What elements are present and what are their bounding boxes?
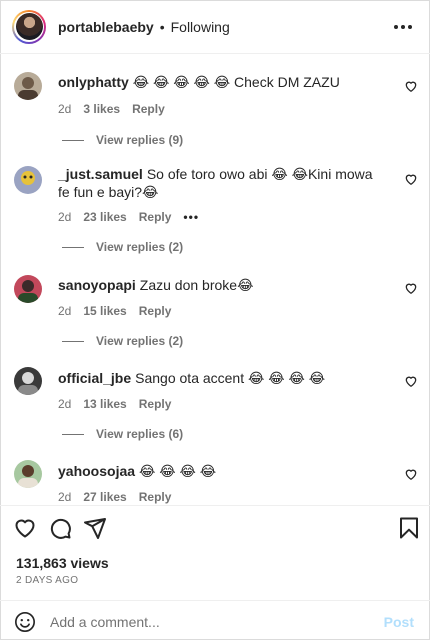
heart-icon[interactable] [404,374,418,388]
action-bar [0,514,430,544]
commenter-username[interactable]: official_jbe [58,370,131,386]
commenter-username[interactable]: onlyphatty [58,74,129,90]
author-avatar[interactable] [12,9,46,44]
commenter-avatar[interactable] [14,367,42,395]
commenter-avatar[interactable] [14,460,42,488]
comments-list[interactable]: onlyphatty 😂 😂 😂 😂 😂 Check DM ZAZU 2d 3 l… [0,55,430,505]
view-replies-button[interactable]: View replies (2) [62,334,183,348]
comment-age: 2d [58,102,72,116]
reply-button[interactable]: Reply [139,304,172,318]
view-count[interactable]: 131,863 views [16,555,109,571]
commenter-avatar[interactable] [14,275,42,303]
view-replies-button[interactable]: View replies (9) [62,133,183,147]
post-timestamp: 2 DAYS AGO [16,575,79,586]
heart-icon[interactable] [404,281,418,295]
comment-likes[interactable]: 15 likes [83,304,126,318]
heart-icon[interactable] [404,172,418,186]
commenter-username[interactable]: sanoyopapi [58,277,136,293]
header-separator: • [159,18,165,35]
divider [0,505,430,506]
heart-icon[interactable] [13,516,37,540]
follow-status-button[interactable]: Following [171,19,230,35]
comment-options-icon[interactable]: ••• [183,210,199,224]
comment-age: 2d [58,304,72,318]
add-comment-bar: Post [0,600,430,640]
view-replies-button[interactable]: View replies (2) [62,240,183,254]
view-replies-button[interactable]: View replies (6) [62,427,183,441]
comment-likes[interactable]: 27 likes [83,490,126,504]
heart-icon[interactable] [404,467,418,481]
commenter-avatar[interactable] [14,166,42,194]
comment-text: 😂 😂 😂 😂 😂 Check DM ZAZU [132,74,340,90]
reply-button[interactable]: Reply [139,397,172,411]
comment-age: 2d [58,397,72,411]
comment-likes[interactable]: 23 likes [83,210,126,224]
comment-likes[interactable]: 13 likes [83,397,126,411]
comment-text: Zazu don broke😂 [139,277,254,293]
reply-button[interactable]: Reply [139,210,172,224]
comment-text: Sango ota accent 😂 😂 😂 😂 [135,370,326,386]
bookmark-icon[interactable] [397,516,421,540]
add-comment-input[interactable] [50,611,370,633]
reply-button[interactable]: Reply [132,102,165,116]
comment-likes[interactable]: 3 likes [83,102,120,116]
emoji-icon[interactable] [14,611,36,633]
comment-text: 😂 😂 😂 😂 [139,463,217,479]
comment-icon[interactable] [48,516,72,540]
commenter-username[interactable]: yahoosojaa [58,463,135,479]
comment-age: 2d [58,210,72,224]
post-header: portablebaeby • Following [0,0,430,54]
post-button[interactable]: Post [384,614,414,630]
reply-button[interactable]: Reply [139,490,172,504]
heart-icon[interactable] [404,79,418,93]
commenter-username[interactable]: _just.samuel [58,166,143,182]
comment-age: 2d [58,490,72,504]
share-icon[interactable] [83,516,107,540]
more-options-icon[interactable] [392,16,414,38]
author-username[interactable]: portablebaeby [58,19,154,35]
commenter-avatar[interactable] [14,72,42,100]
